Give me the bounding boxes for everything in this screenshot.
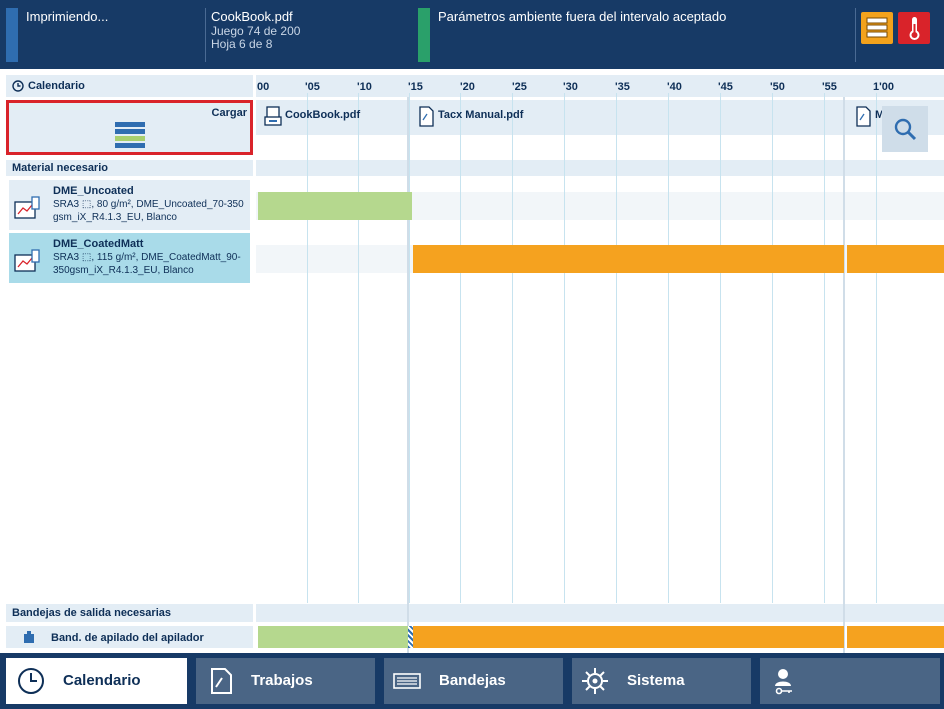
document-icon — [419, 106, 434, 127]
document-icon — [856, 106, 871, 127]
tab-trabajos[interactable]: Trabajos — [196, 658, 375, 704]
tick-label: '25 — [512, 81, 527, 93]
app-window: Imprimiendo... CookBook.pdf Juego 74 de … — [0, 0, 944, 709]
tick-label: '20 — [460, 81, 475, 93]
tick-label: '15 — [408, 81, 423, 93]
printing-document-icon — [264, 106, 282, 126]
media-name: DME_Uncoated — [53, 185, 134, 197]
gear-icon — [582, 668, 608, 694]
current-job-name: CookBook.pdf — [211, 9, 293, 24]
grid-line — [772, 93, 773, 603]
thermometer-icon[interactable] — [898, 12, 930, 44]
status-bar: Imprimiendo... CookBook.pdf Juego 74 de … — [0, 0, 944, 69]
media-item-dme-coatedmatt[interactable]: DME_CoatedMatt SRA3 ⬚, 115 g/m², DME_Coa… — [9, 233, 250, 283]
grid-line — [307, 93, 308, 603]
tick-label: 00 — [257, 81, 270, 93]
magnifier-icon — [894, 118, 917, 141]
tick-label: '45 — [718, 81, 733, 93]
load-label: Cargar — [211, 107, 247, 119]
current-job-set: Juego 74 de 200 — [211, 24, 301, 38]
tick-label: '05 — [305, 81, 320, 93]
tick-label: 1'00 — [873, 81, 894, 93]
user-login-button[interactable] — [760, 658, 940, 704]
tab-label: Calendario — [63, 672, 141, 689]
grid-line — [616, 93, 617, 603]
tick-label: '30 — [563, 81, 578, 93]
grid-line — [720, 93, 721, 603]
tab-label: Bandejas — [439, 672, 506, 689]
schedule-sidebar: Calendario Cargar Material necesario DME… — [0, 69, 256, 653]
grid-line — [564, 93, 565, 603]
divider — [205, 8, 206, 62]
output-usage-bar — [413, 626, 844, 648]
output-needed-label: Bandejas de salida necesarias — [12, 607, 171, 619]
media-usage-bar-coatedmatt — [413, 245, 844, 273]
zoom-button[interactable] — [882, 106, 928, 152]
document-icon — [211, 668, 232, 694]
tick-label: '40 — [667, 81, 682, 93]
media-needed-header: Material necesario — [6, 160, 253, 176]
media-needed-label: Material necesario — [12, 162, 108, 174]
grid-line — [876, 93, 877, 603]
grid-line — [460, 93, 461, 603]
output-needed-band — [256, 604, 944, 622]
clock-icon — [18, 668, 44, 694]
main-navigation: Calendario Trabajos Bandejas Sistema — [0, 653, 944, 709]
tick-label: '10 — [357, 81, 372, 93]
media-name: DME_CoatedMatt — [53, 238, 144, 250]
tick-label: '50 — [770, 81, 785, 93]
output-usage-bar — [258, 626, 408, 648]
grid-line — [512, 93, 513, 603]
job-label-tacx-manual[interactable]: Tacx Manual.pdf — [438, 109, 523, 121]
tick-label: '55 — [822, 81, 837, 93]
output-tray-label: Band. de apilado del apilador — [51, 632, 204, 644]
job-separator — [843, 97, 845, 653]
printer-status: Imprimiendo... — [26, 9, 109, 24]
schedule-timeline[interactable]: 00 '05 '10 '15 '20 '25 '30 '35 '40 '45 '… — [256, 69, 944, 653]
media-usage-bar-coatedmatt — [847, 245, 944, 273]
clock-icon — [12, 80, 24, 92]
media-needed-band — [256, 160, 944, 176]
tab-bandejas[interactable]: Bandejas — [384, 658, 563, 704]
output-usage-bar — [847, 626, 944, 648]
tab-label: Sistema — [627, 672, 685, 689]
grid-line — [824, 93, 825, 603]
status-accent — [6, 8, 18, 62]
warning-message[interactable]: Parámetros ambiente fuera del intervalo … — [438, 10, 726, 24]
grid-line — [409, 93, 410, 603]
calendar-label: Calendario — [28, 80, 85, 92]
tab-label: Trabajos — [251, 672, 313, 689]
tick-label: '35 — [615, 81, 630, 93]
grid-line — [358, 93, 359, 603]
tab-sistema[interactable]: Sistema — [572, 658, 751, 704]
load-button[interactable]: Cargar — [6, 100, 253, 155]
media-tray-icon — [14, 196, 40, 219]
job-separator — [407, 97, 409, 653]
trays-icon — [393, 673, 421, 689]
warning-accent — [418, 8, 430, 62]
media-description: SRA3 ⬚, 115 g/m², DME_CoatedMatt_90-350g… — [53, 252, 241, 276]
media-tray-icon — [14, 249, 40, 272]
calendar-header: Calendario — [6, 75, 253, 97]
divider — [855, 8, 856, 62]
output-needed-header: Bandejas de salida necesarias — [6, 604, 253, 622]
media-item-dme-uncoated[interactable]: DME_Uncoated SRA3 ⬚, 80 g/m², DME_Uncoat… — [9, 180, 250, 230]
current-job-sheet: Hoja 6 de 8 — [211, 37, 273, 51]
job-label-cookbook[interactable]: CookBook.pdf — [285, 109, 360, 121]
user-key-icon — [775, 669, 792, 695]
stacker-icon — [24, 631, 34, 643]
stack-icon[interactable] — [861, 12, 893, 44]
tab-calendario[interactable]: Calendario — [6, 658, 187, 704]
media-usage-bar-uncoated — [258, 192, 412, 220]
grid-line — [668, 93, 669, 603]
output-tray-row[interactable]: Band. de apilado del apilador — [6, 626, 253, 648]
tray-stack-icon — [115, 122, 145, 148]
media-description: SRA3 ⬚, 80 g/m², DME_Uncoated_70-350 gsm… — [53, 199, 244, 223]
